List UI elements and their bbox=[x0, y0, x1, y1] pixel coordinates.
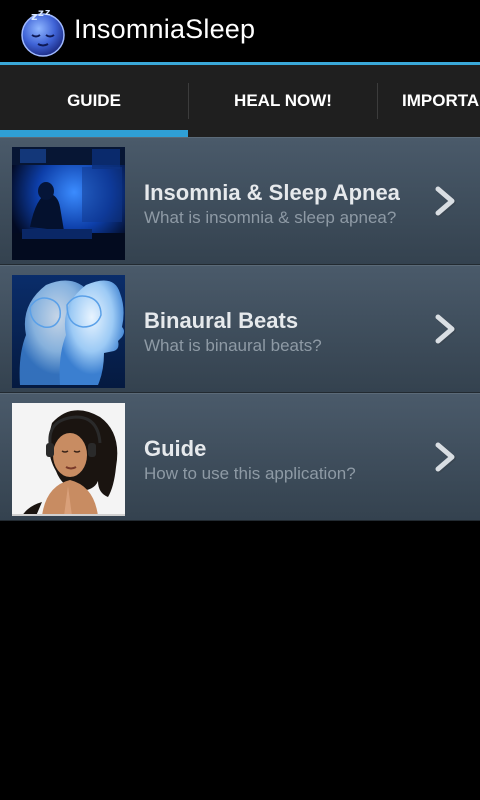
chevron-right-icon bbox=[435, 314, 456, 345]
topic-list: Insomnia & Sleep Apnea What is insomnia … bbox=[0, 137, 480, 521]
list-item-binaural-beats[interactable]: Binaural Beats What is binaural beats? bbox=[0, 265, 480, 393]
item-title: Insomnia & Sleep Apnea bbox=[144, 180, 400, 205]
svg-text:z: z bbox=[31, 10, 37, 23]
tab-heal-now[interactable]: HEAL NOW! bbox=[189, 65, 377, 137]
app-title: InsomniaSleep bbox=[74, 14, 256, 44]
tab-bar: GUIDE HEAL NOW! IMPORTANT bbox=[0, 65, 480, 137]
item-subtitle: What is insomnia & sleep apnea? bbox=[144, 208, 397, 227]
dark-blue-bedroom-image bbox=[12, 147, 125, 260]
tab-guide[interactable]: GUIDE bbox=[0, 65, 188, 137]
list-item-insomnia[interactable]: Insomnia & Sleep Apnea What is insomnia … bbox=[0, 137, 480, 265]
sleepy-moon-face-icon[interactable]: z z z bbox=[18, 7, 68, 57]
svg-text:z: z bbox=[38, 8, 44, 19]
item-subtitle: How to use this application? bbox=[144, 464, 356, 483]
svg-text:z: z bbox=[45, 8, 50, 18]
tab-selected-indicator bbox=[0, 130, 188, 137]
app-root: z z z InsomniaSleep GUIDE HEAL NOW! IMPO… bbox=[0, 0, 480, 800]
item-title: Binaural Beats bbox=[144, 308, 299, 333]
chevron-right-icon bbox=[435, 186, 456, 217]
item-title: Guide bbox=[144, 436, 207, 461]
list-item-guide[interactable]: Guide How to use this application? bbox=[0, 393, 480, 521]
woman-with-headphones-image bbox=[12, 403, 125, 516]
item-subtitle: What is binaural beats? bbox=[144, 336, 322, 355]
tab-important[interactable]: IMPORTANT bbox=[378, 65, 480, 137]
glowing-brain-heads-image bbox=[12, 275, 125, 388]
action-bar: z z z InsomniaSleep bbox=[0, 0, 480, 62]
chevron-right-icon bbox=[435, 442, 456, 473]
